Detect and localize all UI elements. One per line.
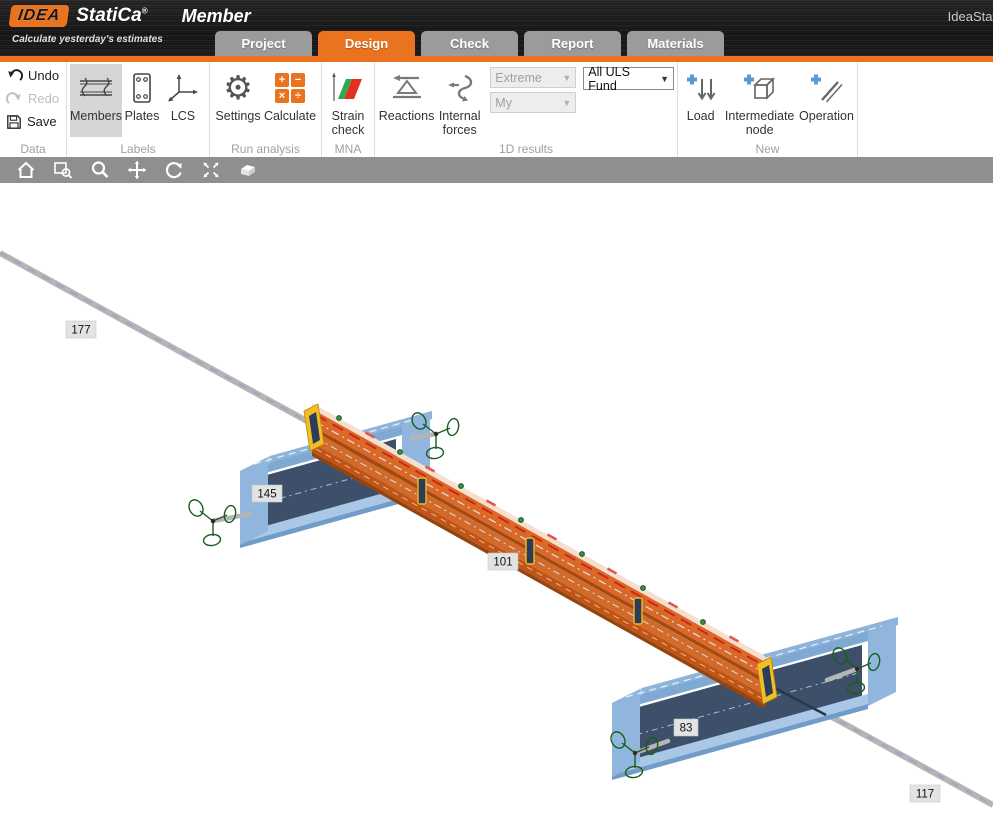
lcs-button[interactable]: LCS [162,64,204,137]
save-button[interactable]: Save [3,110,63,133]
ribbon-group-data: Undo Redo Save Data [0,62,67,157]
window-title: IdeaStati [948,9,993,24]
tagline: Calculate yesterday's estimates [12,34,163,45]
members-button[interactable]: Members [70,64,122,137]
ribbon: Undo Redo Save Data [0,62,993,157]
chevron-down-icon: ▼ [660,74,669,84]
internal-forces-icon [445,73,475,103]
plates-button[interactable]: Plates [122,64,162,137]
internal-forces-button[interactable]: Internal forces [435,64,484,137]
svg-text:177: 177 [71,325,90,337]
tab-design[interactable]: Design [318,31,415,56]
operation-icon [809,72,843,104]
tab-materials[interactable]: Materials [627,31,724,56]
new-operation-button[interactable]: Operation [799,64,854,137]
strain-check-button[interactable]: Strain check [325,64,371,137]
load-combination-dropdown[interactable]: All ULS Fund ▼ [583,67,674,90]
statica-logo-text: StatiCa® [76,5,147,27]
save-icon [6,114,22,130]
undo-icon [6,68,23,83]
svg-text:83: 83 [680,723,693,735]
home-view-icon[interactable] [15,159,37,181]
tab-report[interactable]: Report [524,31,621,56]
plates-icon [129,72,155,104]
zoom-icon[interactable] [89,159,111,181]
calculate-button[interactable]: + − × ÷ Calculate [263,64,317,137]
fit-view-icon[interactable] [200,159,222,181]
ribbon-group-label-1d-results: 1D results [375,142,677,156]
extreme-dropdown[interactable]: Extreme ▼ [490,67,576,88]
main-tab-bar: Project Design Check Report Materials [215,31,724,56]
member-label: 117 [910,785,940,802]
tab-project[interactable]: Project [215,31,312,56]
registered-mark: ® [142,7,148,16]
rotate-icon[interactable] [163,159,185,181]
member-label: 101 [488,553,518,570]
ribbon-group-run-analysis: ⚙ Settings + − × ÷ Calculate Run analysi… [210,62,322,157]
member-line-177[interactable] [0,253,316,426]
members-icon [77,73,115,103]
ribbon-group-new: Load Intermediate node [678,62,858,157]
svg-text:101: 101 [493,557,512,569]
ribbon-group-label-labels: Labels [67,142,209,156]
ribbon-group-labels: Members Plates [67,62,210,157]
settings-button[interactable]: ⚙ Settings [213,64,263,137]
reactions-button[interactable]: Reactions [378,64,435,137]
viewport-toolbar [0,157,993,183]
my-dropdown[interactable]: My ▼ [490,92,576,113]
strain-check-icon [330,72,366,104]
new-load-button[interactable]: Load [681,64,720,137]
reactions-icon [390,74,424,102]
gear-icon: ⚙ [223,70,253,106]
ribbon-group-label-data: Data [0,142,66,156]
member-label: 83 [674,719,698,736]
ribbon-group-label-run-analysis: Run analysis [210,142,321,156]
member-label: 177 [66,321,96,338]
chevron-down-icon: ▼ [562,98,571,108]
lcs-icon [166,72,200,104]
ribbon-empty-area [858,62,993,157]
calculate-icon: + − × ÷ [275,73,305,103]
intermediate-node-icon [742,72,778,104]
member-label: 145 [252,485,282,502]
chevron-down-icon: ▼ [562,73,571,83]
ribbon-group-1d-results: Reactions Internal forces Extreme ▼ [375,62,678,157]
ribbon-group-label-new: New [678,142,857,156]
tab-check[interactable]: Check [421,31,518,56]
viewport-3d[interactable]: 177 145 101 83 117 [0,183,993,831]
redo-icon [6,91,23,106]
undo-button[interactable]: Undo [3,64,63,87]
pan-icon[interactable] [126,159,148,181]
new-intermediate-node-button[interactable]: Intermediate node [720,64,799,137]
redo-button[interactable]: Redo [3,87,63,110]
beam-101[interactable] [304,403,777,709]
ribbon-group-mna: Strain check MNA [322,62,375,157]
svg-text:117: 117 [916,789,934,801]
product-name: Member [182,6,251,27]
zoom-window-icon[interactable] [52,159,74,181]
app-logo: IDEA StatiCa® Member [10,5,251,27]
load-icon [685,72,717,104]
app-header: IDEA StatiCa® Member Calculate yesterday… [0,0,993,62]
svg-text:145: 145 [257,489,276,501]
support-icon[interactable] [186,497,237,546]
solid-view-icon[interactable] [237,159,259,181]
idea-logo-badge: IDEA [8,5,69,27]
ribbon-group-label-mna: MNA [322,142,374,156]
